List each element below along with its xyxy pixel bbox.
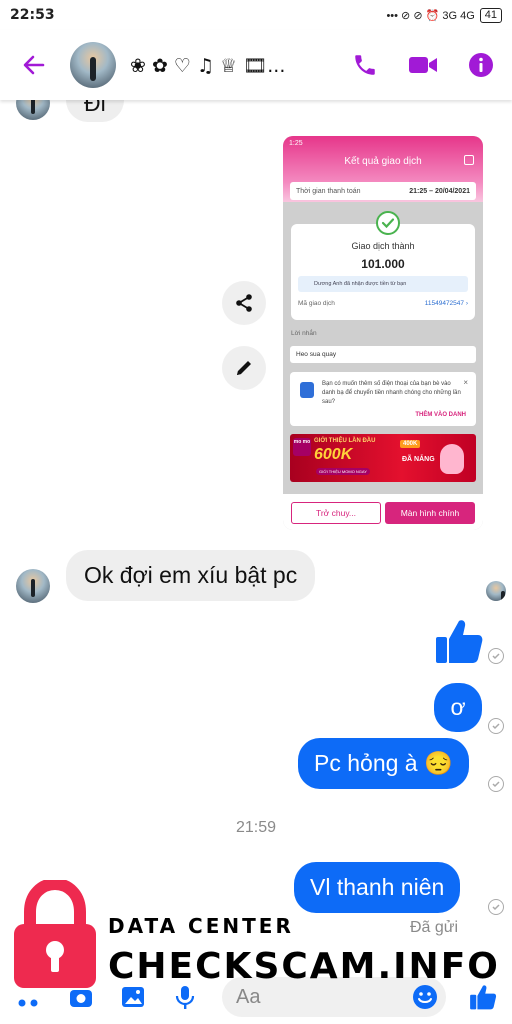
share-icon [236,294,252,312]
shot-message-label: Lời nhắn [291,330,317,337]
shot-result-card: Giao dịch thành 101.000 Dương Anh đã nhậ… [291,211,475,320]
video-camera-icon [409,57,437,73]
shot-add-contact: THÊM VÀO DANH [415,412,466,418]
message-list[interactable]: Đi 1:25 Kết quả giao dịch Thời gian than… [0,68,512,970]
message-bubble-outgoing[interactable]: Pc hỏng à 😔 [298,738,469,789]
banner-tag: 400K [400,440,421,448]
shot-message-value: Heo sua quay [290,346,476,363]
status-bar: 22:53 ••• ⊘ ⊘ ⏰ 3G 4G 41 [0,0,512,30]
home-icon [464,155,474,165]
voice-call-button[interactable] [348,48,382,82]
messenger-screen: 22:53 ••• ⊘ ⊘ ⏰ 3G 4G 41 ❀ ✿ ♡ ♫ ♕ 🎞... [0,0,512,1024]
shot-amount: 101.000 [361,257,405,271]
back-arrow-icon [23,55,45,75]
shot-back-button: Trở chuy... [291,502,381,524]
shot-note: Dương Anh đã nhận được tiền từ bạn [298,276,468,292]
status-icons-text: ••• ⊘ ⊘ ⏰ 3G 4G [386,9,475,22]
status-icons: ••• ⊘ ⊘ ⏰ 3G 4G 41 [386,7,502,23]
shot-code-label: Mã giao dịch [298,300,335,307]
shot-time-row: Thời gian thanh toán 21:25 – 20/04/2021 [290,182,476,200]
momo-logo: mo mo [293,438,311,456]
shot-code-row: Mã giao dịch 11549472547 › [298,300,468,307]
seen-avatar [486,581,506,601]
watermark: DATA CENTER CHECKSCAM.INFO [12,880,498,990]
delivered-check-icon [488,776,504,792]
check-circle-icon [376,211,400,235]
message-text: Ok đợi em xíu bật pc [84,562,298,588]
info-icon [469,53,493,77]
shot-header: 1:25 Kết quả giao dịch Thời gian thanh t… [283,136,483,202]
message-bubble-incoming[interactable]: Ok đợi em xíu bật pc [66,550,316,601]
back-button[interactable] [14,45,54,85]
shot-bottom-bar: Trở chuy... Màn hình chính [283,494,483,530]
message-timestamp: 21:59 [235,819,277,836]
phone-icon [355,55,375,75]
thumbs-up-icon [436,620,483,663]
info-button[interactable] [464,48,498,82]
shot-code-value: 11549472547 › [424,300,468,307]
share-button[interactable] [222,281,266,325]
shot-status: Giao dịch thành [351,241,415,251]
pencil-icon [237,361,251,375]
shot-clock: 1:25 [289,140,303,147]
contact-book-icon [300,382,314,398]
chat-header: ❀ ✿ ♡ ♫ ♕ 🎞... [0,30,512,100]
message-bubble-outgoing[interactable]: ơ [434,683,482,732]
close-icon: × [463,378,468,387]
delivered-check-icon [488,718,504,734]
pig-mascot-icon [440,444,464,474]
message-text: ơ [450,694,466,720]
banner-tag2: ĐÃ NẮNG [402,456,435,463]
watermark-line2: CHECKSCAM.INFO [108,946,500,987]
shared-image[interactable]: 1:25 Kết quả giao dịch Thời gian thanh t… [283,136,483,530]
message-text: Pc hỏng à 😔 [314,750,453,776]
shot-title: Kết quả giao dịch [344,156,422,167]
contact-avatar-small [16,569,50,603]
banner-amount: 600K [314,446,353,463]
shot-contact-card: Bạn có muốn thêm số điện thoại của bạn b… [290,372,476,426]
contact-name[interactable]: ❀ ✿ ♡ ♫ ♕ 🎞... [130,54,310,77]
video-call-button[interactable] [406,48,440,82]
battery-icon: 41 [479,7,502,23]
delivered-check-icon [488,648,504,664]
thumbs-up-message[interactable] [434,617,484,670]
status-time: 22:53 [10,7,55,23]
shot-time-value: 21:25 – 20/04/2021 [409,187,470,195]
contact-avatar[interactable] [70,42,116,88]
shot-promo-banner: mo mo GIỚI THIỆU LẦN ĐẦU 600K GIỚI THIỆU… [290,434,476,482]
lock-icon [14,880,96,988]
banner-headline: GIỚI THIỆU LẦN ĐẦU [314,438,376,444]
shot-contact-text: Bạn có muốn thêm số điện thoại của bạn b… [322,381,461,405]
shot-time-label: Thời gian thanh toán [296,187,361,195]
banner-sub: GIỚI THIỆU MOMO NGAY [316,468,370,475]
edit-button[interactable] [222,346,266,390]
header-actions [348,48,498,82]
shot-home-button: Màn hình chính [385,502,475,524]
watermark-line1: DATA CENTER [108,914,294,938]
